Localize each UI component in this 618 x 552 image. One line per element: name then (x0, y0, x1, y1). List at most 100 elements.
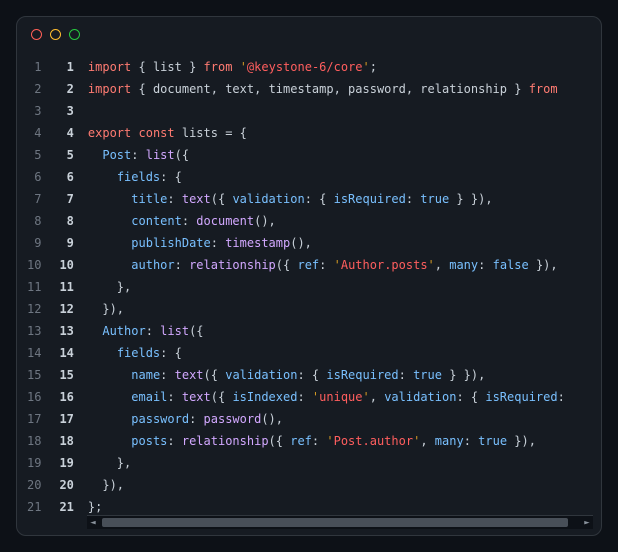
inner-lineno: 13 (59, 320, 73, 342)
code-line[interactable]: }, (88, 452, 601, 474)
token-prop: posts (131, 434, 167, 448)
token-pun: ({ (211, 390, 233, 404)
token-var: list (153, 60, 182, 74)
token-prop: isRequired (334, 192, 406, 206)
outer-lineno: 3 (27, 100, 41, 122)
code-line[interactable]: password: password(), (88, 408, 601, 430)
token-prop: content (131, 214, 182, 228)
code-line[interactable]: title: text({ validation: { isRequired: … (88, 188, 601, 210)
maximize-icon[interactable] (69, 29, 80, 40)
inner-lineno: 5 (59, 144, 73, 166)
token-bool: true (478, 434, 507, 448)
token-pun: (), (261, 412, 283, 426)
inner-lineno: 9 (59, 232, 73, 254)
horizontal-scrollbar-thumb[interactable] (102, 518, 568, 527)
token-fn: list (160, 324, 189, 338)
token-pun: : (464, 434, 478, 448)
token-pun (88, 368, 131, 382)
inner-line-number-gutter: 123456789101112131415161718192021 (53, 56, 87, 515)
code-line[interactable]: email: text({ isIndexed: 'unique', valid… (88, 386, 601, 408)
token-str: ' (326, 434, 333, 448)
token-fn: relationship (189, 258, 276, 272)
inner-lineno: 7 (59, 188, 73, 210)
code-line[interactable]: fields: { (88, 166, 601, 188)
token-str2: Author.posts (341, 258, 428, 272)
inner-lineno: 6 (59, 166, 73, 188)
outer-lineno: 16 (27, 386, 41, 408)
token-var: document (153, 82, 211, 96)
code-line[interactable]: export const lists = { (88, 122, 601, 144)
code-line[interactable]: content: document(), (88, 210, 601, 232)
token-prop: ref (297, 258, 319, 272)
token-pun (88, 258, 131, 272)
token-pun: : (131, 148, 145, 162)
token-prop: isRequired (485, 390, 557, 404)
inner-lineno: 16 (59, 386, 73, 408)
token-kw: import (88, 60, 131, 74)
code-line[interactable] (88, 100, 601, 122)
outer-lineno: 6 (27, 166, 41, 188)
token-pun: : (167, 390, 181, 404)
outer-lineno: 9 (27, 232, 41, 254)
code-line[interactable]: publishDate: timestamp(), (88, 232, 601, 254)
code-line[interactable]: name: text({ validation: { isRequired: t… (88, 364, 601, 386)
close-icon[interactable] (31, 29, 42, 40)
code-scroll-area[interactable]: 123456789101112131415161718192021 12 3456… (17, 52, 601, 515)
code-line[interactable]: fields: { (88, 342, 601, 364)
inner-lineno: 11 (59, 276, 73, 298)
horizontal-scrollbar[interactable]: ◄ ► (87, 515, 593, 529)
minimize-icon[interactable] (50, 29, 61, 40)
token-pun: } (182, 60, 204, 74)
token-pun (88, 192, 131, 206)
code-line[interactable]: }), (88, 474, 601, 496)
token-prop: ref (290, 434, 312, 448)
code-line[interactable]: }, (88, 276, 601, 298)
token-str: ' (363, 60, 370, 74)
token-prop: validation (225, 368, 297, 382)
token-pun: : (406, 192, 420, 206)
code-line[interactable]: import { list } from '@keystone-6/core'; (88, 56, 601, 78)
outer-lineno: 11 (27, 276, 41, 298)
token-pun: : (399, 368, 413, 382)
window-titlebar (17, 17, 601, 52)
scroll-left-arrow-icon[interactable]: ◄ (87, 516, 99, 529)
code-line[interactable]: import { document, text, timestamp, pass… (88, 78, 601, 100)
inner-lineno: 10 (59, 254, 73, 276)
token-pun: (), (254, 214, 276, 228)
outer-line-number-gutter: 123456789101112131415161718192021 (17, 56, 53, 515)
token-pun (88, 214, 131, 228)
token-prop: password (131, 412, 189, 426)
code-line[interactable]: Post: list({ (88, 144, 601, 166)
token-prop: email (131, 390, 167, 404)
token-prop: many (435, 434, 464, 448)
token-fn: timestamp (225, 236, 290, 250)
code-line[interactable]: author: relationship({ ref: 'Author.post… (88, 254, 601, 276)
outer-lineno: 19 (27, 452, 41, 474)
token-str2: Post.author (334, 434, 413, 448)
token-bool: true (420, 192, 449, 206)
code-line[interactable]: Author: list({ (88, 320, 601, 342)
token-fn: relationship (182, 434, 269, 448)
token-var: password (348, 82, 406, 96)
token-pun (88, 390, 131, 404)
token-pun: ({ (175, 148, 189, 162)
token-kw: export (88, 126, 131, 140)
token-pun: , (435, 258, 449, 272)
token-prop: isRequired (326, 368, 398, 382)
code-content[interactable]: import { list } from '@keystone-6/core';… (88, 56, 601, 515)
outer-lineno: 4 (27, 122, 41, 144)
token-pun: : { (297, 368, 326, 382)
token-pun: : (211, 236, 225, 250)
token-pun: } }), (442, 368, 485, 382)
code-line[interactable]: }), (88, 298, 601, 320)
inner-lineno: 12 (59, 298, 73, 320)
scroll-right-arrow-icon[interactable]: ► (581, 516, 593, 529)
code-line[interactable]: }; (88, 496, 601, 515)
token-bool: true (413, 368, 442, 382)
token-pun: , (254, 82, 268, 96)
token-prop: many (449, 258, 478, 272)
token-pun: ({ (211, 192, 233, 206)
code-line[interactable]: posts: relationship({ ref: 'Post.author'… (88, 430, 601, 452)
token-pun: }; (88, 500, 102, 514)
token-pun: { (131, 60, 153, 74)
